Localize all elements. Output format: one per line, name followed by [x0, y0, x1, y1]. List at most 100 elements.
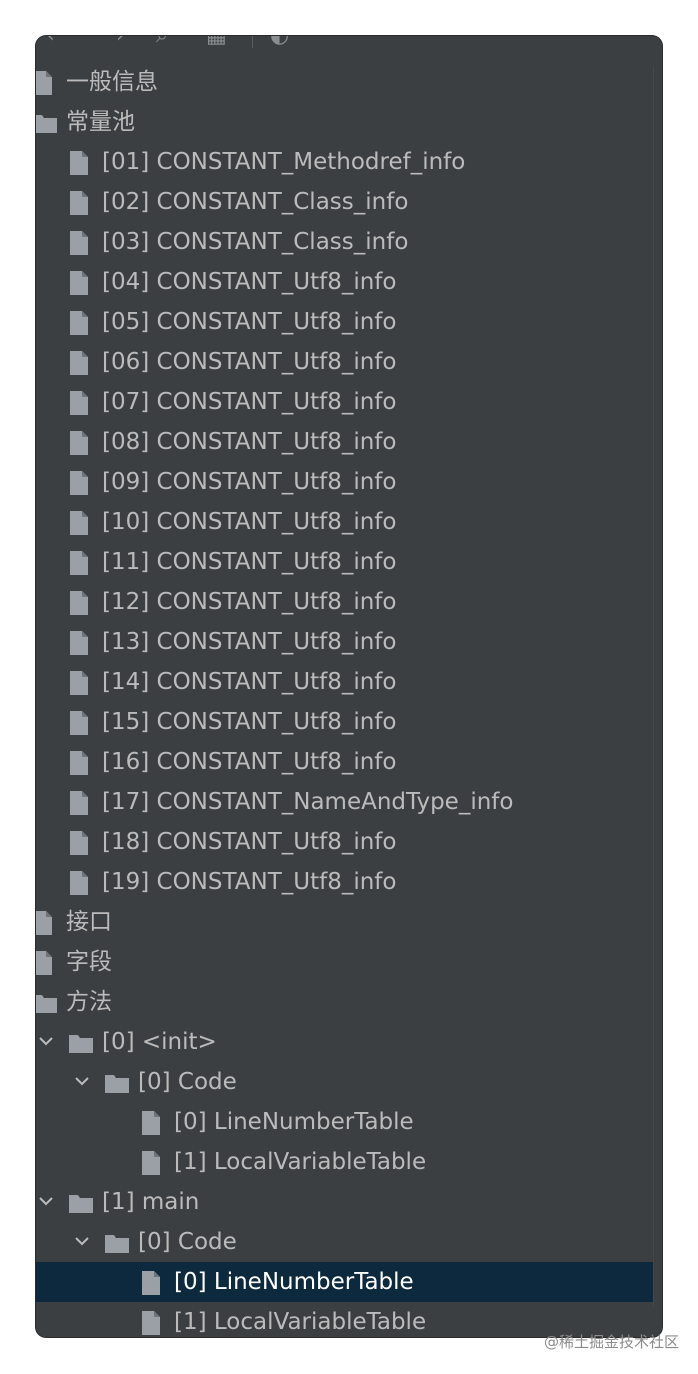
file-icon — [68, 870, 90, 896]
tree-node-label: [03] CONSTANT_Class_info — [102, 229, 409, 255]
tree-node-label: [1] LocalVariableTable — [174, 1149, 427, 1175]
tree-node[interactable]: [12] CONSTANT_Utf8_info — [36, 582, 662, 622]
file-icon — [140, 1310, 162, 1336]
tree-node[interactable]: [06] CONSTANT_Utf8_info — [36, 342, 662, 382]
tree-node-label: 字段 — [66, 949, 112, 975]
tree-node-label: [10] CONSTANT_Utf8_info — [102, 509, 397, 535]
tree-node-label: [07] CONSTANT_Utf8_info — [102, 389, 397, 415]
file-icon — [68, 310, 90, 336]
tree-node-label: [01] CONSTANT_Methodref_info — [102, 149, 466, 175]
folder-icon — [36, 992, 57, 1018]
tree-node[interactable]: [0] LineNumberTable — [36, 1262, 662, 1302]
class-structure-window: ‹ › ⌕ ▦ ◐ 一般信息常量池 [01] CONSTANT_Methodref… — [36, 36, 662, 1337]
file-icon — [68, 270, 90, 296]
tree-node[interactable]: [16] CONSTANT_Utf8_info — [36, 742, 662, 782]
forward-icon[interactable]: › — [116, 36, 125, 48]
file-icon — [68, 550, 90, 576]
chevron-down-icon[interactable] — [74, 1233, 90, 1249]
tree-node[interactable]: 接口 — [36, 902, 662, 942]
tree-node-label: 接口 — [66, 909, 112, 935]
grid-icon[interactable]: ▦ — [206, 36, 227, 48]
globe-icon[interactable]: ◐ — [270, 36, 289, 48]
tree-node[interactable]: [11] CONSTANT_Utf8_info — [36, 542, 662, 582]
folder-icon — [104, 1072, 129, 1098]
folder-icon — [104, 1232, 129, 1258]
tree-node[interactable]: 常量池 — [36, 102, 662, 142]
tree-node[interactable]: [01] CONSTANT_Methodref_info — [36, 142, 662, 182]
file-icon — [68, 510, 90, 536]
tree-node[interactable]: [0] Code — [36, 1222, 662, 1262]
tree-node[interactable]: [1] LocalVariableTable — [36, 1142, 662, 1182]
file-icon — [68, 190, 90, 216]
toolbar: ‹ › ⌕ ▦ ◐ — [36, 36, 662, 50]
tree-node-label: [17] CONSTANT_NameAndType_info — [102, 789, 514, 815]
file-icon — [68, 790, 90, 816]
file-icon — [68, 150, 90, 176]
file-icon — [140, 1270, 162, 1296]
tree-node-label: [0] Code — [138, 1229, 237, 1255]
tree-node[interactable]: [09] CONSTANT_Utf8_info — [36, 462, 662, 502]
tree-node[interactable]: 字段 — [36, 942, 662, 982]
tree-node-label: [15] CONSTANT_Utf8_info — [102, 709, 397, 735]
tree-node[interactable]: [18] CONSTANT_Utf8_info — [36, 822, 662, 862]
file-icon — [68, 350, 90, 376]
tree-node-label: [12] CONSTANT_Utf8_info — [102, 589, 397, 615]
vertical-scrollbar[interactable] — [653, 66, 662, 1306]
tree-node-label: [0] LineNumberTable — [174, 1109, 414, 1135]
tree-node-label: [19] CONSTANT_Utf8_info — [102, 869, 397, 895]
tree-node[interactable]: [19] CONSTANT_Utf8_info — [36, 862, 662, 902]
tree-node[interactable]: [07] CONSTANT_Utf8_info — [36, 382, 662, 422]
tree-node-label: [02] CONSTANT_Class_info — [102, 189, 409, 215]
tree-node[interactable]: [02] CONSTANT_Class_info — [36, 182, 662, 222]
file-icon — [68, 630, 90, 656]
chevron-down-icon[interactable] — [74, 1073, 90, 1089]
tree-node[interactable]: [13] CONSTANT_Utf8_info — [36, 622, 662, 662]
tree-node[interactable]: [04] CONSTANT_Utf8_info — [36, 262, 662, 302]
chevron-down-icon[interactable] — [38, 1193, 54, 1209]
tree-node-label: [1] main — [102, 1189, 200, 1215]
folder-icon — [36, 112, 57, 138]
back-icon[interactable]: ‹ — [46, 36, 55, 48]
search-icon[interactable]: ⌕ — [156, 36, 168, 48]
file-icon — [140, 1150, 162, 1176]
tree-node[interactable]: 一般信息 — [36, 62, 662, 102]
folder-icon — [68, 1032, 93, 1058]
tree-node[interactable]: [10] CONSTANT_Utf8_info — [36, 502, 662, 542]
tree-node-label: [05] CONSTANT_Utf8_info — [102, 309, 397, 335]
file-icon — [68, 750, 90, 776]
tree-node[interactable]: 方法 — [36, 982, 662, 1022]
tree-node-label: [0] Code — [138, 1069, 237, 1095]
file-icon — [68, 710, 90, 736]
tree-node[interactable]: [17] CONSTANT_NameAndType_info — [36, 782, 662, 822]
file-icon — [36, 910, 54, 936]
tree-node[interactable]: [03] CONSTANT_Class_info — [36, 222, 662, 262]
folder-icon — [68, 1192, 93, 1218]
tree-node-label: [0] <init> — [102, 1029, 217, 1055]
tree-node[interactable]: [05] CONSTANT_Utf8_info — [36, 302, 662, 342]
tree-node-label: 方法 — [66, 989, 112, 1015]
tree-node[interactable]: [08] CONSTANT_Utf8_info — [36, 422, 662, 462]
tree-node-label: [18] CONSTANT_Utf8_info — [102, 829, 397, 855]
tree-node[interactable]: [14] CONSTANT_Utf8_info — [36, 662, 662, 702]
tree-node-label: [06] CONSTANT_Utf8_info — [102, 349, 397, 375]
chevron-down-icon[interactable] — [38, 1033, 54, 1049]
tree-node[interactable]: [0] LineNumberTable — [36, 1102, 662, 1142]
file-icon — [68, 670, 90, 696]
tree-node-label: [1] LocalVariableTable — [174, 1309, 427, 1335]
tree-node[interactable]: [15] CONSTANT_Utf8_info — [36, 702, 662, 742]
tree-node[interactable]: [1] main — [36, 1182, 662, 1222]
tree-node-label: [13] CONSTANT_Utf8_info — [102, 629, 397, 655]
file-icon — [68, 430, 90, 456]
tree-node-label: [0] LineNumberTable — [174, 1269, 414, 1295]
file-icon — [36, 70, 54, 96]
tree-node[interactable]: [0] Code — [36, 1062, 662, 1102]
class-structure-tree: 一般信息常量池 [01] CONSTANT_Methodref_info [02] … — [36, 62, 662, 1337]
tree-node-label: 一般信息 — [66, 69, 158, 95]
tree-node-label: [11] CONSTANT_Utf8_info — [102, 549, 397, 575]
watermark: @稀土掘金技术社区 — [544, 1333, 680, 1351]
file-icon — [36, 950, 54, 976]
tree-node-label: 常量池 — [66, 109, 135, 135]
tree-node[interactable]: [0] <init> — [36, 1022, 662, 1062]
file-icon — [140, 1110, 162, 1136]
file-icon — [68, 390, 90, 416]
